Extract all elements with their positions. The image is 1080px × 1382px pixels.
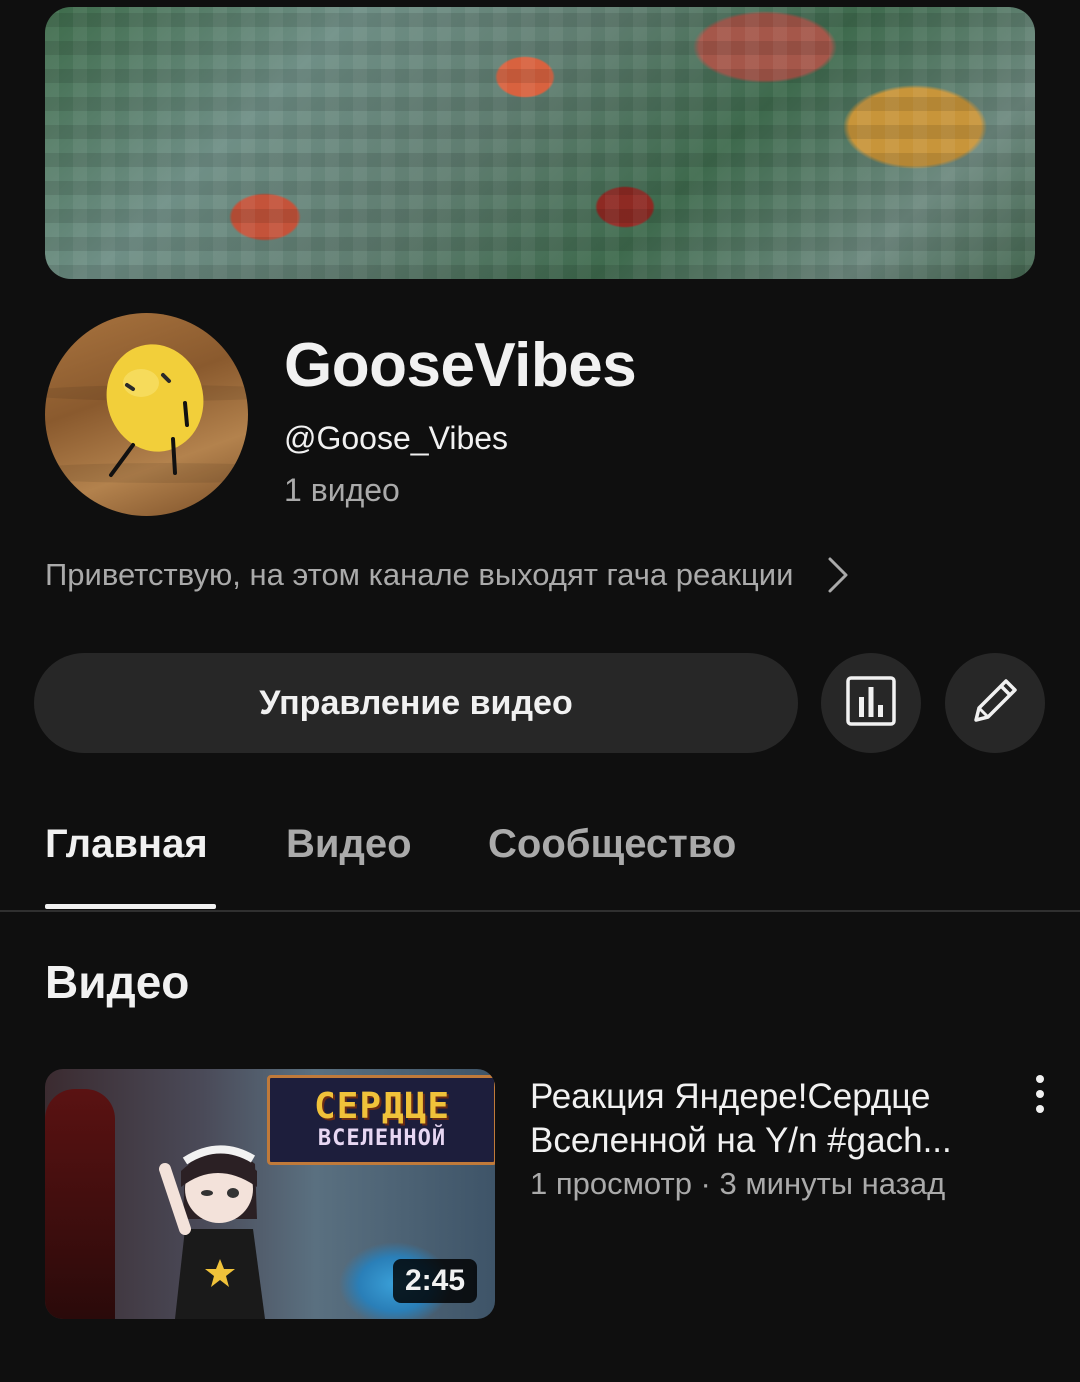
video-duration-badge: 2:45 bbox=[392, 1259, 477, 1303]
video-count: 1 видео bbox=[284, 472, 400, 508]
tab-videos[interactable]: Видео bbox=[286, 822, 412, 867]
tabs-divider bbox=[0, 910, 1080, 912]
channel-banner bbox=[45, 7, 1035, 279]
tab-home[interactable]: Главная bbox=[45, 822, 208, 867]
pencil-icon bbox=[968, 674, 1022, 733]
lemon-avatar-image bbox=[45, 344, 248, 483]
edit-channel-button[interactable] bbox=[945, 653, 1045, 753]
chevron-right-icon bbox=[827, 556, 849, 594]
video-thumbnail[interactable]: СЕРДЦЕ ВСЕЛЕННОЙ 2:45 bbox=[45, 1069, 495, 1319]
channel-description[interactable]: Приветствую, на этом канале выходят гача… bbox=[45, 556, 945, 594]
tab-community[interactable]: Сообщество bbox=[488, 822, 736, 867]
more-vert-icon bbox=[1034, 1074, 1046, 1119]
thumbnail-title-logo: СЕРДЦЕ ВСЕЛЕННОЙ bbox=[267, 1075, 495, 1165]
thumbnail-figure bbox=[45, 1089, 115, 1319]
avatar[interactable] bbox=[45, 313, 248, 516]
video-title[interactable]: Реакция Яндере!Сердце Вселенной на Y/n #… bbox=[530, 1075, 1010, 1163]
description-text: Приветствую, на этом канале выходят гача… bbox=[45, 557, 794, 592]
active-tab-indicator bbox=[45, 904, 216, 909]
manage-videos-button[interactable]: Управление видео bbox=[34, 653, 798, 753]
thumbnail-character bbox=[145, 1109, 285, 1319]
analytics-button[interactable] bbox=[821, 653, 921, 753]
bar-chart-icon bbox=[845, 675, 897, 732]
thumbnail-title-line-2: ВСЕЛЕННОЙ bbox=[317, 1126, 447, 1151]
thumbnail-title-line-1: СЕРДЦЕ bbox=[313, 1086, 451, 1127]
section-title: Видео bbox=[45, 956, 190, 1008]
video-meta: 1 просмотр · 3 минуты назад bbox=[530, 1166, 946, 1201]
channel-name: GooseVibes bbox=[284, 331, 637, 400]
channel-tabs: Главная Видео Сообщество bbox=[0, 800, 1080, 912]
video-more-button[interactable] bbox=[1022, 1074, 1058, 1118]
channel-handle: @Goose_Vibes bbox=[284, 420, 509, 456]
